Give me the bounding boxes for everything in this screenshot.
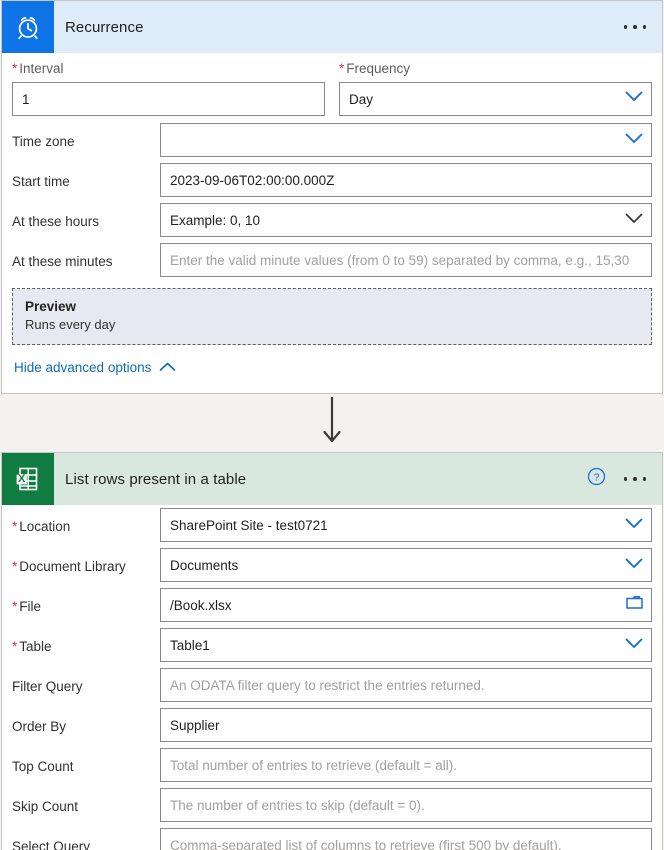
at-these-hours-row: At these hours Example: 0, 10 [12,200,652,240]
required-asterisk: * [12,559,18,574]
table-row-field: * Table Table1 [12,625,652,665]
at-these-minutes-control: Enter the valid minute values (from 0 to… [160,243,652,277]
required-asterisk: * [339,61,345,76]
recurrence-card-header[interactable]: Recurrence [2,1,662,53]
document-library-label: * Document Library [12,559,126,574]
top-count-row: Top Count Total number of entries to ret… [12,745,652,785]
folder-picker-icon[interactable] [625,594,644,616]
interval-field-group: * Interval 1 [12,61,325,116]
order-by-input[interactable]: Supplier [160,708,652,742]
frequency-dropdown[interactable]: Day [339,82,652,116]
document-library-control: Documents [160,548,652,582]
location-control: SharePoint Site - test0721 [160,508,652,542]
preview-title: Preview [25,299,77,314]
time-zone-dropdown[interactable] [160,123,652,157]
skip-count-row: Skip Count The number of entries to skip… [12,785,652,825]
recurrence-card-title: Recurrence [65,18,144,36]
excel-action-card-header[interactable]: X List rows present in a table ? [2,453,662,505]
time-zone-control [160,123,652,157]
table-control: Table1 [160,628,652,662]
interval-label: * Interval [12,61,64,76]
filter-query-row: Filter Query An ODATA filter query to re… [12,665,652,705]
recurrence-header-actions [622,1,649,53]
recurrence-card: Recurrence * Interval 1 * Frequency Day … [1,0,663,394]
top-count-input[interactable]: Total number of entries to retrieve (def… [160,748,652,782]
preview-box: Preview Runs every day [12,288,652,345]
required-asterisk: * [12,519,18,534]
help-icon[interactable]: ? [587,467,606,491]
excel-action-card-body: * Location SharePoint Site - test0721 * Do… [2,505,662,850]
dot [633,477,637,481]
recurrence-more-options-button[interactable] [622,21,649,33]
document-library-dropdown[interactable]: Documents [160,548,652,582]
frequency-field-group: * Frequency Day [339,61,652,116]
order-by-label: Order By [12,719,67,734]
frequency-label: * Frequency [339,61,411,76]
flow-connector-arrow [0,394,664,452]
recurrence-card-body: * Interval 1 * Frequency Day Time zone S… [2,53,662,393]
filter-query-control: An ODATA filter query to restrict the en… [160,668,652,702]
skip-count-control: The number of entries to skip (default =… [160,788,652,822]
hide-advanced-options-link[interactable]: Hide advanced options [12,345,176,389]
select-query-label: Select Query [12,839,91,850]
start-time-control: 2023-09-06T02:00:00.000Z [160,163,652,197]
svg-text:X: X [18,473,26,485]
excel-action-card: X List rows present in a table ? * Locat… [1,452,663,850]
at-these-hours-label: At these hours [12,214,100,229]
location-row: * Location SharePoint Site - test0721 [12,505,652,545]
filter-query-input[interactable]: An ODATA filter query to restrict the en… [160,668,652,702]
excel-icon: X [2,453,54,505]
filter-query-label: Filter Query [12,679,83,694]
flow-designer-canvas: Recurrence * Interval 1 * Frequency Day … [0,0,664,850]
at-these-hours-dropdown[interactable]: Example: 0, 10 [160,203,652,237]
table-dropdown[interactable]: Table1 [160,628,652,662]
document-library-row: * Document Library Documents [12,545,652,585]
required-asterisk: * [12,639,18,654]
excel-action-card-title: List rows present in a table [65,470,247,488]
file-control: /Book.xlsx [160,588,652,622]
preview-description: Runs every day [25,317,116,332]
start-time-input[interactable]: 2023-09-06T02:00:00.000Z [160,163,652,197]
top-count-label: Top Count [12,759,74,774]
location-dropdown[interactable]: SharePoint Site - test0721 [160,508,652,542]
start-time-row: Start time 2023-09-06T02:00:00.000Z [12,160,652,200]
svg-text:?: ? [593,471,599,483]
dot [642,477,646,481]
file-row: * File /Book.xlsx [12,585,652,625]
at-these-minutes-input[interactable]: Enter the valid minute values (from 0 to… [160,243,652,277]
select-query-row: Select Query Comma-separated list of col… [12,825,652,850]
alarm-clock-icon [2,1,54,53]
interval-input[interactable]: 1 [12,82,325,116]
required-asterisk: * [12,61,18,76]
file-label: * File [12,599,42,614]
file-input[interactable]: /Book.xlsx [160,588,652,622]
dot [623,477,627,481]
time-zone-label: Time zone [12,134,75,149]
excel-header-actions: ? [587,453,649,505]
chevron-up-icon [159,360,176,375]
select-query-input[interactable]: Comma-separated list of columns to retri… [160,828,652,850]
table-label: * Table [12,639,52,654]
at-these-hours-control: Example: 0, 10 [160,203,652,237]
at-these-minutes-row: At these minutes Enter the valid minute … [12,240,652,280]
time-zone-row: Time zone [12,120,652,160]
dot [623,25,627,29]
required-asterisk: * [12,599,18,614]
start-time-label: Start time [12,174,70,189]
select-query-control: Comma-separated list of columns to retri… [160,828,652,850]
dot [642,25,646,29]
order-by-control: Supplier [160,708,652,742]
hide-advanced-options-label: Hide advanced options [14,360,152,375]
skip-count-input[interactable]: The number of entries to skip (default =… [160,788,652,822]
top-count-control: Total number of entries to retrieve (def… [160,748,652,782]
skip-count-label: Skip Count [12,799,79,814]
dot [633,25,637,29]
interval-frequency-row: * Interval 1 * Frequency Day [12,53,652,120]
at-these-minutes-label: At these minutes [12,254,113,269]
excel-more-options-button[interactable] [622,473,649,485]
order-by-row: Order By Supplier [12,705,652,745]
location-label: * Location [12,519,71,534]
